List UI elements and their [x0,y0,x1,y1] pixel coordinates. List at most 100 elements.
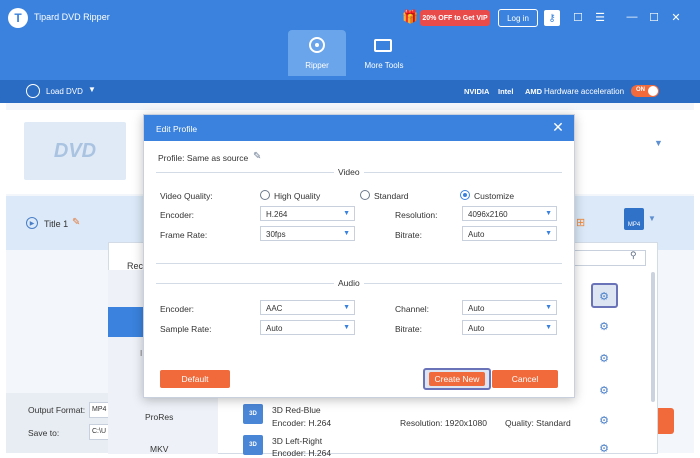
resolution-select[interactable]: 4096x2160 ▼ [462,206,557,221]
frame-rate-select[interactable]: 30fps ▼ [260,226,355,241]
select-value: H.264 [266,210,288,219]
toggle-state: ON [636,87,645,93]
load-dvd-button[interactable]: Load DVD [46,87,83,96]
profile-encoder: Encoder: H.264 [272,418,332,428]
close-icon[interactable]: ✕ [668,9,684,25]
profile-3d-icon: 3D [243,404,263,424]
radio-customize[interactable] [460,190,470,200]
tab-more-tools[interactable]: More Tools [356,30,412,76]
chevron-down-icon: ▼ [343,210,350,217]
edit-icon[interactable]: ✎ [72,217,80,228]
chevron-down-icon[interactable]: ▼ [648,214,656,223]
gear-icon[interactable]: ⚙ [597,319,611,333]
chevron-down-icon: ▼ [343,304,350,311]
profile-resolution: Resolution: 1920x1080 [400,418,487,428]
cancel-button[interactable]: Cancel [492,370,558,388]
gear-icon[interactable]: ⚙ [597,441,611,455]
gear-icon[interactable]: ⚙ [597,383,611,397]
video-bitrate-label: Bitrate: [395,230,422,240]
audio-bitrate-label: Bitrate: [395,324,422,334]
category-prores[interactable]: ProRes [145,412,173,422]
dvd-thumbnail: DVD [24,122,126,180]
chevron-down-icon: ▼ [545,210,552,217]
resolution-label: Resolution: [395,210,438,220]
search-icon[interactable]: ⚲ [630,250,637,261]
edit-icon[interactable]: ✎ [253,151,261,162]
audio-section-title: Audio [334,278,364,288]
close-icon[interactable]: ✕ [550,119,566,135]
hw-acceleration-label: Hardware acceleration [544,87,625,96]
select-value: Auto [468,230,485,239]
tab-more-tools-label: More Tools [364,61,404,70]
key-icon[interactable]: ⚷ [544,10,560,26]
select-value: 30fps [266,230,286,239]
title-bar: T Tipard DVD Ripper 🎁 20% OFF to Get VIP… [0,0,700,80]
select-value: 4096x2160 [468,210,508,219]
save-to-field[interactable]: C:\U [89,424,109,440]
divider [156,263,562,264]
chat-icon[interactable]: ☐ [570,9,586,25]
profile-name: Profile: Same as source [158,153,249,163]
output-format-select[interactable]: MP4 [89,402,109,418]
radio-high-quality[interactable] [260,190,270,200]
hw-acceleration-toggle[interactable]: ON [631,85,659,97]
gear-icon[interactable]: ⚙ [597,351,611,365]
app-title: Tipard DVD Ripper [34,12,110,22]
toolbox-icon [374,39,392,52]
hw-amd: AMD [525,87,543,96]
recent-tab[interactable]: Rec [127,261,143,271]
audio-bitrate-select[interactable]: Auto ▼ [462,320,557,335]
edit-profile-dialog: Edit Profile ✕ Profile: Same as source ✎… [143,114,575,398]
gear-icon[interactable]: ⚙ [597,289,611,303]
app-logo: T [8,8,28,28]
frame-rate-label: Frame Rate: [160,230,208,240]
channel-label: Channel: [395,304,430,314]
toolbar: Load DVD ▼ NVIDIA Intel AMD Hardware acc… [0,80,700,103]
channel-select[interactable]: Auto ▼ [462,300,557,315]
output-format-label: Output Format: [28,405,86,415]
audio-encoder-select[interactable]: AAC ▼ [260,300,355,315]
profile-name: 3D Red-Blue [272,405,321,415]
category-partial: I [140,349,143,358]
video-encoder-select[interactable]: H.264 ▼ [260,206,355,221]
video-bitrate-select[interactable]: Auto ▼ [462,226,557,241]
login-button[interactable]: Log in [498,9,538,27]
video-encoder-label: Encoder: [160,210,195,220]
chevron-down-icon[interactable]: ▼ [88,85,96,94]
maximize-icon[interactable]: ☐ [646,9,662,25]
category-mkv[interactable]: MKV [150,444,168,454]
minimize-icon[interactable]: — [624,9,640,25]
profile-quality: Quality: Standard [505,418,571,428]
radio-standard[interactable] [360,190,370,200]
load-disc-icon[interactable] [26,84,40,98]
radio-standard-label[interactable]: Standard [374,191,409,201]
format-thumbnail[interactable]: MP4 [624,208,644,230]
select-value: Auto [266,324,283,333]
scrollbar[interactable] [651,272,655,402]
default-button[interactable]: Default [160,370,230,388]
subtitle-icon[interactable]: ⊞ [576,216,585,229]
profile-name: 3D Left-Right [272,436,323,446]
tab-ripper[interactable]: Ripper [288,30,346,76]
gift-icon[interactable]: 🎁 [402,9,418,25]
promo-badge[interactable]: 20% OFF to Get VIP [420,10,490,26]
rip-all-button[interactable] [658,408,674,434]
menu-icon[interactable]: ☰ [592,9,608,25]
play-icon[interactable]: ▶ [26,217,38,229]
create-new-button[interactable]: Create New [429,372,485,386]
radio-high-quality-label[interactable]: High Quality [274,191,320,201]
toggle-knob [648,86,658,96]
profile-3d-icon: 3D [243,435,263,455]
chevron-down-icon: ▼ [343,230,350,237]
chevron-down-icon: ▼ [545,230,552,237]
tab-ripper-label: Ripper [305,61,329,70]
dialog-header: Edit Profile ✕ [144,115,574,141]
sample-rate-select[interactable]: Auto ▼ [260,320,355,335]
chevron-down-icon: ▼ [545,304,552,311]
radio-customize-label[interactable]: Customize [474,191,514,201]
chevron-down-icon[interactable]: ▼ [654,138,663,148]
disc-icon [309,37,325,53]
gear-icon[interactable]: ⚙ [597,413,611,427]
chevron-down-icon: ▼ [343,324,350,331]
select-value: Auto [468,324,485,333]
